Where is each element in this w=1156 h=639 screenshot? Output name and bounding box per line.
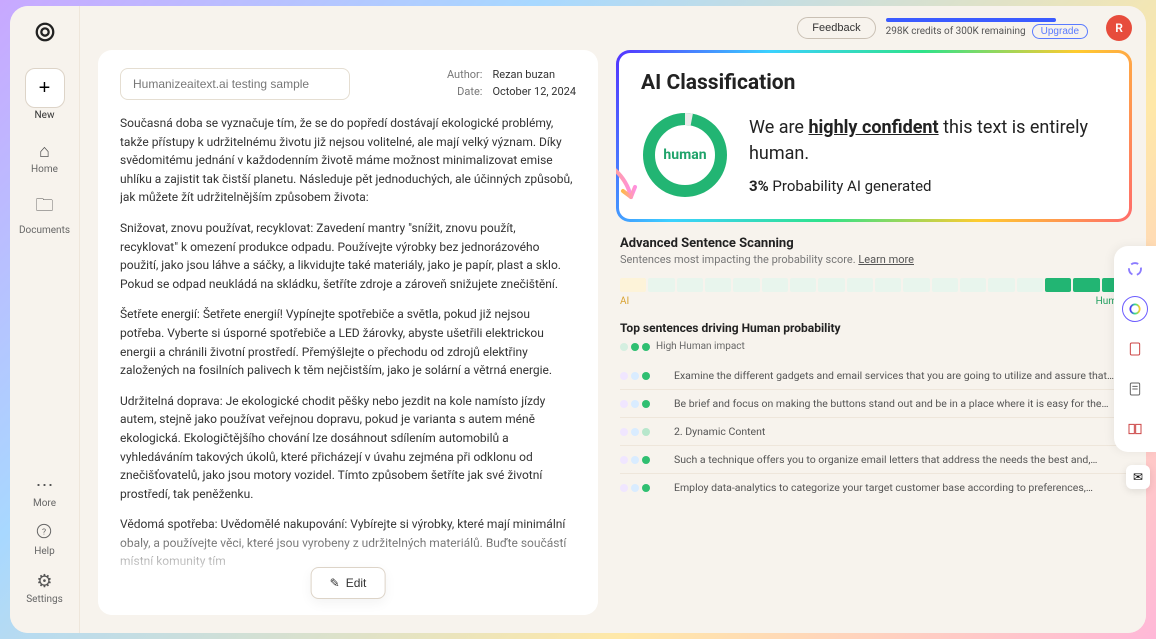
more-icon: ⋯ — [35, 475, 53, 496]
paragraph: Vědomá spotřeba: Uvědomělé nakupování: V… — [120, 515, 576, 571]
note-icon[interactable] — [1122, 376, 1148, 402]
floating-widget[interactable]: ✉ — [1126, 465, 1150, 489]
sentence-row[interactable]: 2. Dynamic Content — [620, 418, 1128, 446]
file-icon[interactable] — [1122, 336, 1148, 362]
sidebar-item-label: Documents — [19, 225, 70, 236]
probability-text: 3% Probability AI generated — [749, 177, 1107, 195]
advanced-title: Advanced Sentence Scanning — [620, 236, 1128, 251]
confidence-text: We are highly confident this text is ent… — [749, 115, 1107, 167]
sidebar-item-documents[interactable]: 🗀 Documents — [19, 193, 70, 236]
author-value: Rezan buzan — [492, 68, 576, 81]
paragraph: Šetřete energií: Šetřete energií! Vypíne… — [120, 305, 576, 379]
learn-more-link[interactable]: Learn more — [858, 253, 914, 266]
sentence-row[interactable]: Be brief and focus on making the buttons… — [620, 390, 1128, 418]
new-label: New — [35, 110, 55, 121]
sidebar-item-more[interactable]: ⋯ More — [33, 475, 56, 509]
home-icon: ⌂ — [39, 141, 50, 162]
date-value: October 12, 2024 — [492, 85, 576, 98]
paragraph: Udržitelná doprava: Je ekologické chodit… — [120, 392, 576, 504]
classification-title: AI Classification — [641, 71, 1107, 95]
sentence-list: Examine the different gadgets and email … — [620, 362, 1128, 501]
human-probability-donut: human — [641, 111, 729, 199]
documents-icon: 🗀 — [35, 193, 53, 223]
topbar: Feedback 298K credits of 300K remaining … — [80, 6, 1146, 50]
sidebar-item-home[interactable]: ⌂ Home — [31, 141, 58, 175]
advanced-subtitle: Sentences most impacting the probability… — [620, 253, 1128, 266]
spectrum-bar — [620, 278, 1128, 292]
app-logo[interactable] — [31, 18, 59, 46]
new-button[interactable]: + — [25, 68, 65, 108]
classification-card: AI Classification human We are highly co… — [616, 50, 1132, 222]
results-panel: AI Classification human We are highly co… — [616, 50, 1132, 615]
sidebar-item-label: Home — [31, 164, 58, 175]
impact-legend: High Human impact — [620, 341, 1128, 352]
donut-label: human — [641, 111, 729, 199]
credits-text: 298K credits of 300K remaining — [886, 26, 1026, 37]
edit-button[interactable]: ✎ Edit — [311, 567, 386, 599]
sidebar-item-settings[interactable]: ⚙ Settings — [26, 571, 63, 605]
avatar[interactable]: R — [1106, 15, 1132, 41]
settings-icon: ⚙ — [36, 571, 52, 592]
credits-bar — [886, 18, 1056, 22]
title-input[interactable] — [120, 68, 350, 100]
arrow-swoosh-icon — [616, 153, 639, 217]
document-body[interactable]: Současná doba se vyznačuje tím, že se do… — [120, 114, 576, 601]
help-icon: ? — [36, 523, 52, 544]
document-card: Author: Rezan buzan Date: October 12, 20… — [98, 50, 598, 615]
sidebar: + New ⌂ Home 🗀 Documents ⋯ More ? Help ⚙… — [10, 6, 80, 633]
plus-icon: + — [39, 77, 51, 100]
sentence-row[interactable]: Examine the different gadgets and email … — [620, 362, 1128, 390]
sentence-row[interactable]: Such a technique offers you to organize … — [620, 446, 1128, 474]
sentence-row[interactable]: Employ data-analytics to categorize your… — [620, 474, 1128, 501]
feedback-button[interactable]: Feedback — [797, 17, 875, 39]
paragraph: Snižovat, znovu používat, recyklovat: Za… — [120, 219, 576, 293]
credits-indicator: 298K credits of 300K remaining Upgrade — [886, 18, 1088, 39]
spectrum-ai-label: AI — [620, 296, 629, 307]
top-sentences-title: Top sentences driving Human probability — [620, 321, 1128, 335]
book-icon[interactable] — [1122, 416, 1148, 442]
paragraph: Současná doba se vyznačuje tím, že se do… — [120, 114, 576, 207]
spinner-icon[interactable] — [1122, 256, 1148, 282]
pencil-icon: ✎ — [330, 576, 340, 590]
document-meta: Author: Rezan buzan Date: October 12, 20… — [447, 68, 576, 98]
svg-text:?: ? — [42, 527, 46, 537]
sidebar-item-help[interactable]: ? Help — [34, 523, 54, 557]
tools-rail — [1114, 246, 1156, 452]
ai-color-icon[interactable] — [1122, 296, 1148, 322]
advanced-section: Advanced Sentence Scanning Sentences mos… — [616, 232, 1132, 501]
upgrade-button[interactable]: Upgrade — [1032, 24, 1088, 39]
